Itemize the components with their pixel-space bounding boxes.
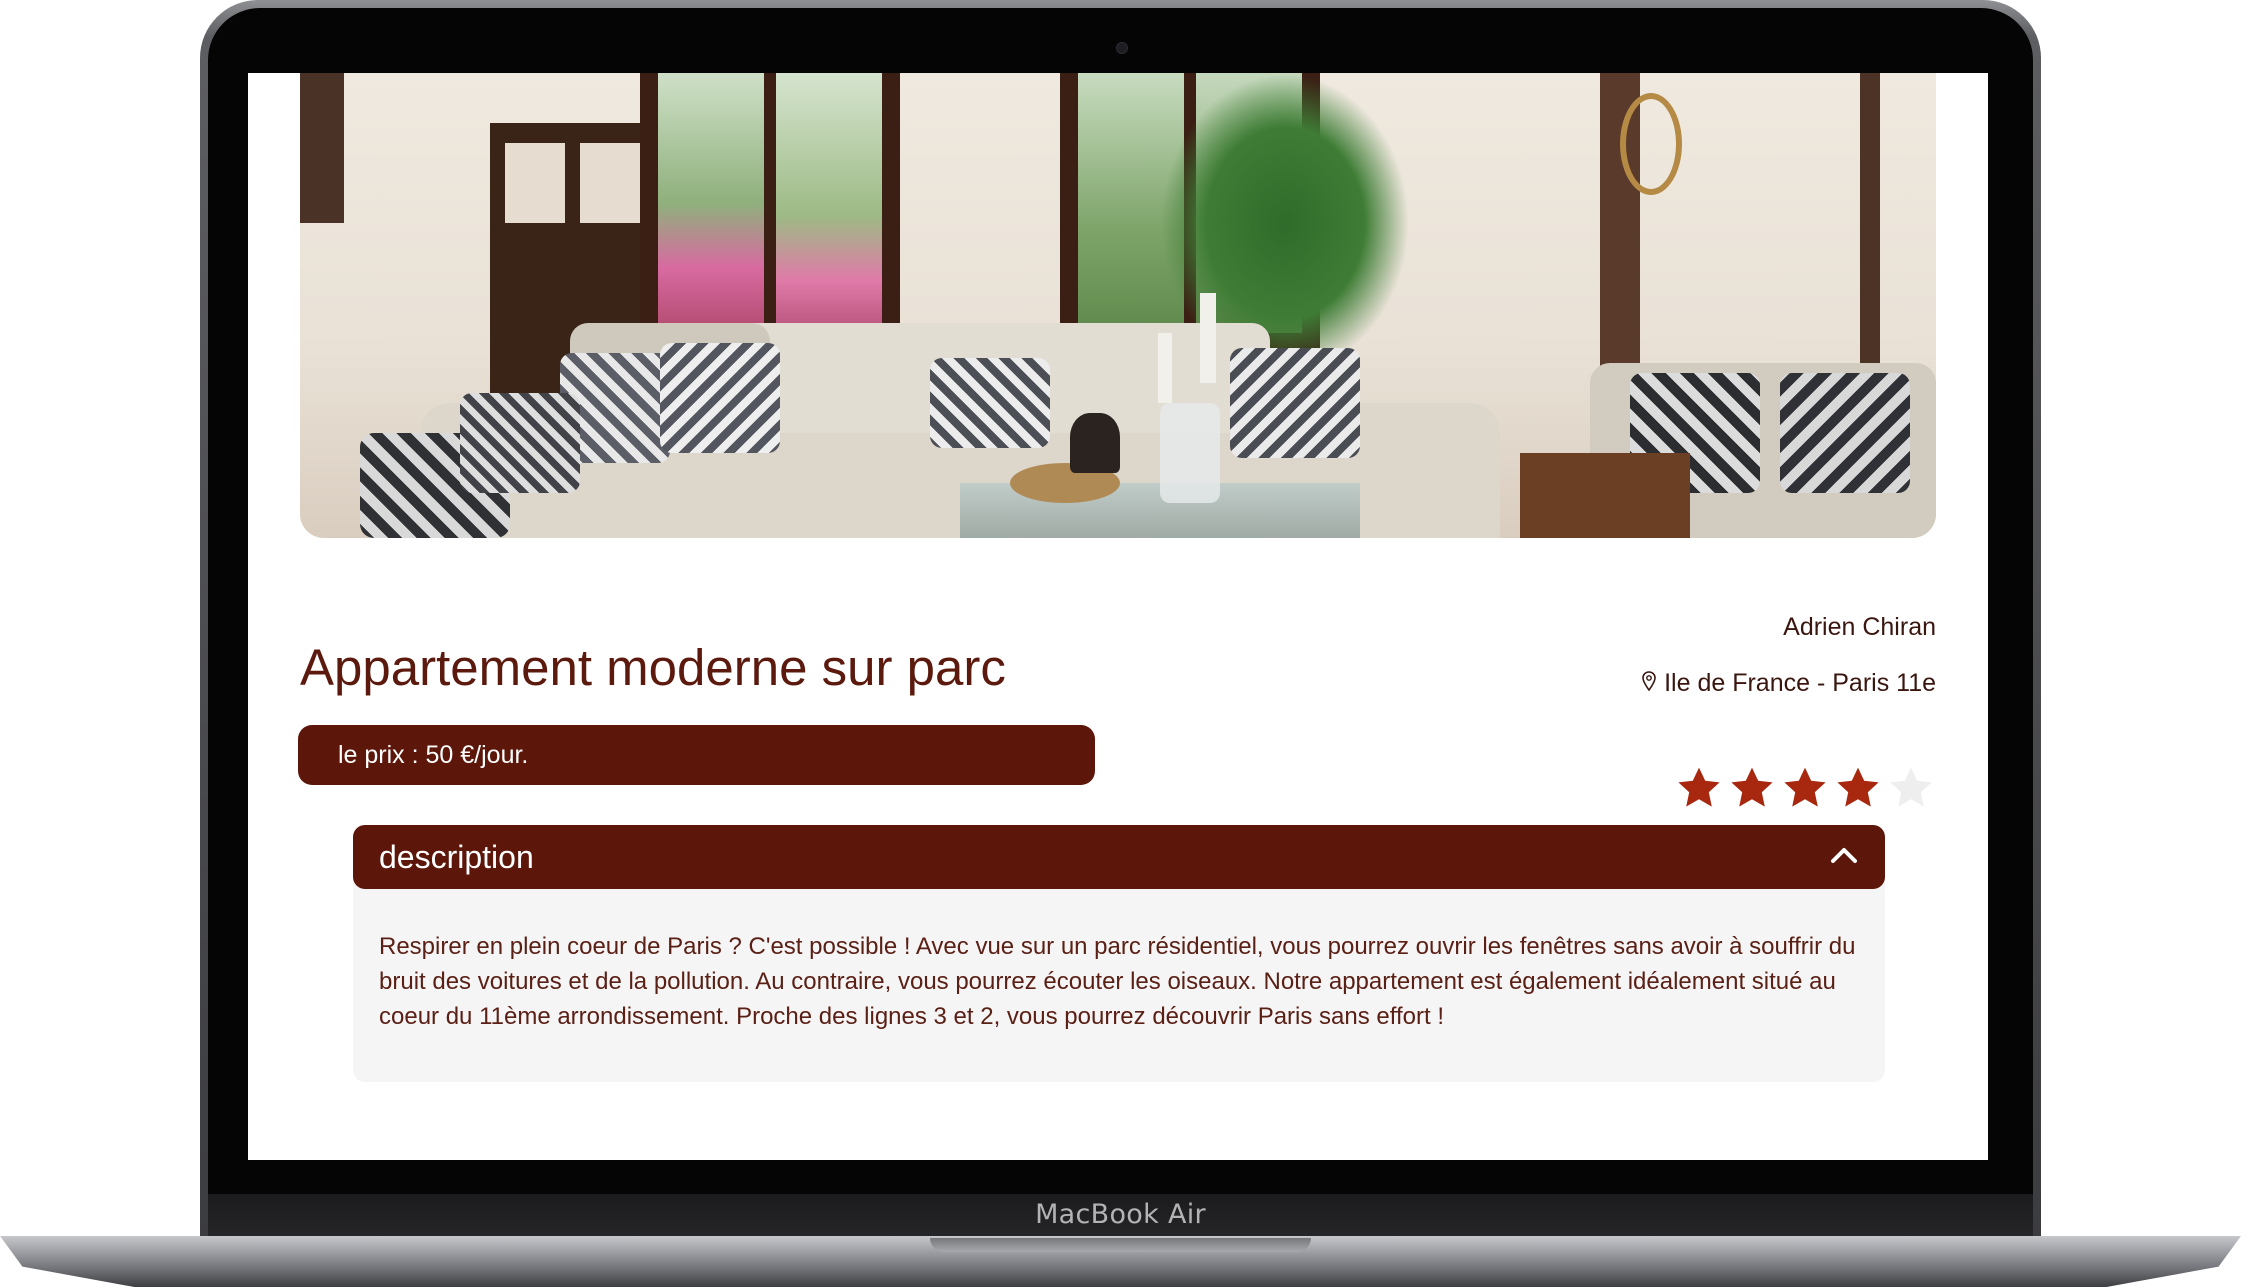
description-text: Respirer en plein coeur de Paris ? C'est… xyxy=(379,933,1856,1030)
star-icon-empty xyxy=(1890,767,1932,807)
rating-stars xyxy=(1674,764,1936,812)
description-accordion: description Respirer en plein coeur de P… xyxy=(353,825,1885,1082)
price-banner: le prix : 50 €/jour. xyxy=(298,725,1095,785)
description-heading: description xyxy=(379,838,534,875)
listing-cover-photo xyxy=(300,73,1936,538)
chevron-up-icon[interactable] xyxy=(1829,845,1859,870)
listing-location: Ile de France - Paris 11e xyxy=(1642,669,1936,698)
map-pin-icon xyxy=(1642,669,1656,698)
description-body: Respirer en plein coeur de Paris ? C'est… xyxy=(353,873,1885,1082)
host-name: Adrien Chiran xyxy=(1783,613,1936,641)
star-icon-filled xyxy=(1731,767,1773,807)
screen: Appartement moderne sur parc le prix : 5… xyxy=(248,73,1988,1160)
star-icon-filled xyxy=(1678,767,1720,807)
star-icon-filled xyxy=(1837,767,1879,807)
device-model-label: MacBook Air xyxy=(1035,1199,1206,1230)
location-text: Ile de France - Paris 11e xyxy=(1664,669,1936,697)
webcam xyxy=(1116,42,1128,54)
laptop-opening-notch xyxy=(930,1238,1311,1252)
listing-title: Appartement moderne sur parc xyxy=(300,639,1006,696)
star-icon-filled xyxy=(1784,767,1826,807)
description-toggle[interactable]: description xyxy=(353,825,1885,889)
price-text: le prix : 50 €/jour. xyxy=(338,740,529,769)
laptop-mockup: Appartement moderne sur parc le prix : 5… xyxy=(0,0,2241,1287)
